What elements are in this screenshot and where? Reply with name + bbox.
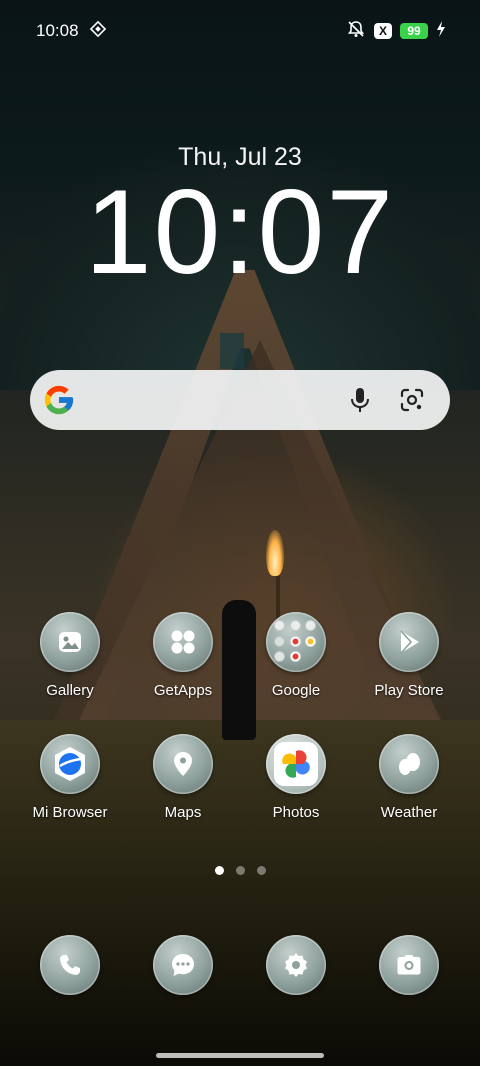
status-time: 10:08 xyxy=(36,21,79,40)
folder-app-icon xyxy=(305,620,317,631)
app-label: Google xyxy=(271,682,321,699)
app-maps[interactable]: Maps xyxy=(133,734,233,821)
folder-app-icon xyxy=(305,635,317,647)
photos-icon[interactable] xyxy=(266,734,326,794)
dock-camera[interactable] xyxy=(359,935,459,995)
google-search-bar[interactable] xyxy=(30,370,450,430)
settings-icon[interactable] xyxy=(266,935,326,995)
status-bar-right: X 99 xyxy=(346,19,446,44)
app-label: Maps xyxy=(164,804,202,821)
phone-icon[interactable] xyxy=(40,935,100,995)
app-photos[interactable]: Photos xyxy=(246,734,346,821)
data-saver-icon xyxy=(89,20,107,43)
status-bar: 10:08 X 99 xyxy=(0,0,480,62)
folder-app-icon xyxy=(305,651,316,662)
weather-icon[interactable] xyxy=(379,734,439,794)
app-gallery[interactable]: Gallery xyxy=(20,612,120,699)
camera-icon[interactable] xyxy=(379,935,439,995)
mi-browser-icon[interactable] xyxy=(40,734,100,794)
getapps-icon[interactable] xyxy=(153,612,213,672)
gesture-nav-handle[interactable] xyxy=(156,1053,324,1058)
page-indicator xyxy=(0,866,480,875)
app-label: GetApps xyxy=(153,682,213,699)
app-mi-browser[interactable]: Mi Browser xyxy=(20,734,120,821)
folder-icon[interactable] xyxy=(266,612,326,672)
google-lens-icon[interactable] xyxy=(390,378,434,422)
folder-app-icon xyxy=(274,620,285,631)
microphone-icon[interactable] xyxy=(338,378,382,422)
dock-phone[interactable] xyxy=(20,935,120,995)
folder-app-icon xyxy=(274,635,285,647)
charging-icon xyxy=(436,20,446,42)
status-bar-left: 10:08 xyxy=(36,20,107,43)
photos-tile xyxy=(274,742,318,786)
gallery-icon[interactable] xyxy=(40,612,100,672)
app-google-folder[interactable]: Google xyxy=(246,612,346,699)
maps-icon[interactable] xyxy=(153,734,213,794)
battery-icon: 99 xyxy=(400,23,428,39)
no-sim-icon: X xyxy=(374,23,392,39)
clock-widget[interactable]: 10:07 xyxy=(0,172,480,292)
google-g-icon xyxy=(42,383,76,417)
folder-app-icon xyxy=(289,620,301,631)
wallpaper-flame xyxy=(266,530,284,576)
folder-app-icon xyxy=(289,635,301,647)
app-play-store[interactable]: Play Store xyxy=(359,612,459,699)
silent-mode-icon xyxy=(346,19,366,44)
app-weather[interactable]: Weather xyxy=(359,734,459,821)
app-label: Mi Browser xyxy=(32,804,108,821)
page-dot[interactable] xyxy=(235,866,245,875)
folder-app-icon xyxy=(289,651,301,663)
folder-app-icon xyxy=(274,651,285,663)
dock-settings[interactable] xyxy=(246,935,346,995)
play-store-icon[interactable] xyxy=(379,612,439,672)
app-label: Gallery xyxy=(46,682,94,699)
dock-messages[interactable] xyxy=(133,935,233,995)
folder-preview xyxy=(274,620,318,664)
app-getapps[interactable]: GetApps xyxy=(133,612,233,699)
app-label: Photos xyxy=(272,804,320,821)
messages-icon[interactable] xyxy=(153,935,213,995)
wallpaper-window xyxy=(220,333,244,369)
page-dot-active[interactable] xyxy=(214,866,224,875)
page-dot[interactable] xyxy=(256,866,266,875)
app-label: Weather xyxy=(380,804,438,821)
app-label: Play Store xyxy=(374,682,444,699)
